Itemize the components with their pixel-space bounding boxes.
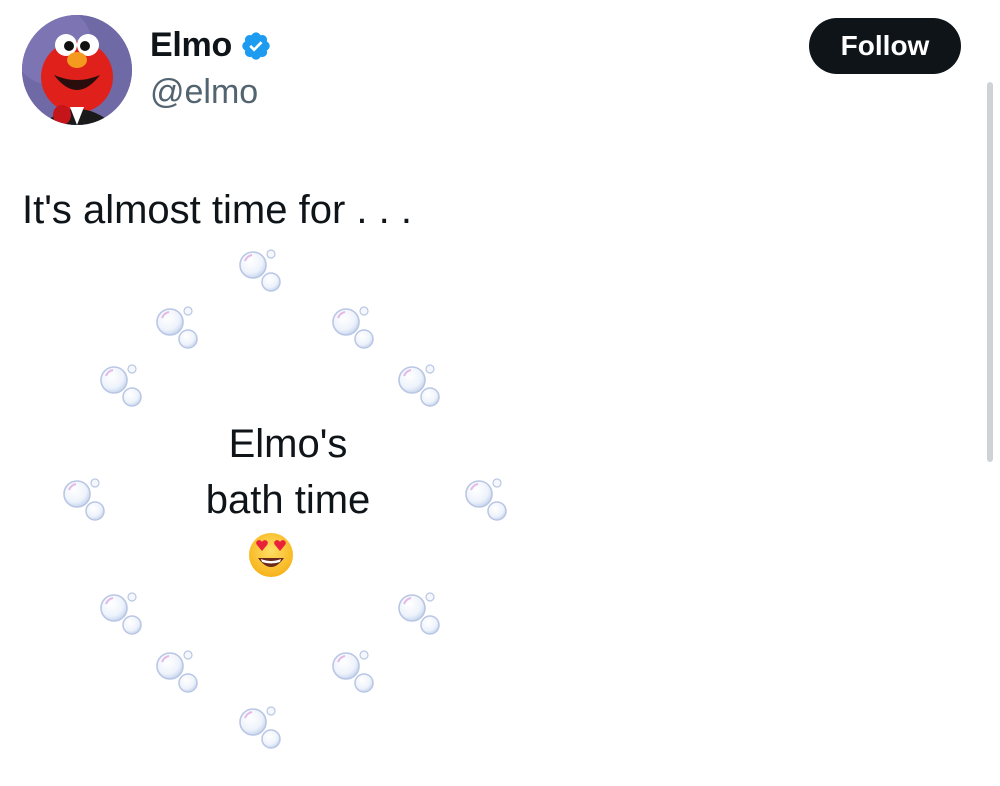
scrollbar[interactable]	[987, 82, 993, 462]
bubbles-icon	[235, 702, 287, 754]
bubbles-icon	[152, 646, 204, 698]
bubbles-icon	[328, 646, 380, 698]
bubbles-icon	[96, 360, 148, 412]
tweet-intro-text: It's almost time for . . .	[22, 188, 412, 232]
bubbles-icon	[461, 474, 513, 526]
bubbles-icon	[394, 360, 446, 412]
bubbles-icon	[235, 245, 287, 297]
author-display-name[interactable]: Elmo	[150, 26, 232, 65]
center-line-1: Elmo's	[228, 422, 348, 466]
bubbles-icon	[96, 588, 148, 640]
follow-button[interactable]: Follow	[809, 18, 961, 74]
verified-badge-icon[interactable]	[240, 30, 272, 62]
bubbles-icon	[328, 302, 380, 354]
avatar[interactable]	[22, 15, 132, 125]
author-handle[interactable]: @elmo	[150, 73, 258, 112]
bubbles-icon	[152, 302, 204, 354]
bubbles-icon	[394, 588, 446, 640]
author-name-row[interactable]: Elmo	[150, 26, 272, 65]
bubbles-icon	[59, 474, 111, 526]
heart-eyes-face-icon	[249, 533, 293, 577]
elmo-avatar-icon	[22, 15, 132, 125]
center-line-2: bath time	[205, 478, 371, 522]
